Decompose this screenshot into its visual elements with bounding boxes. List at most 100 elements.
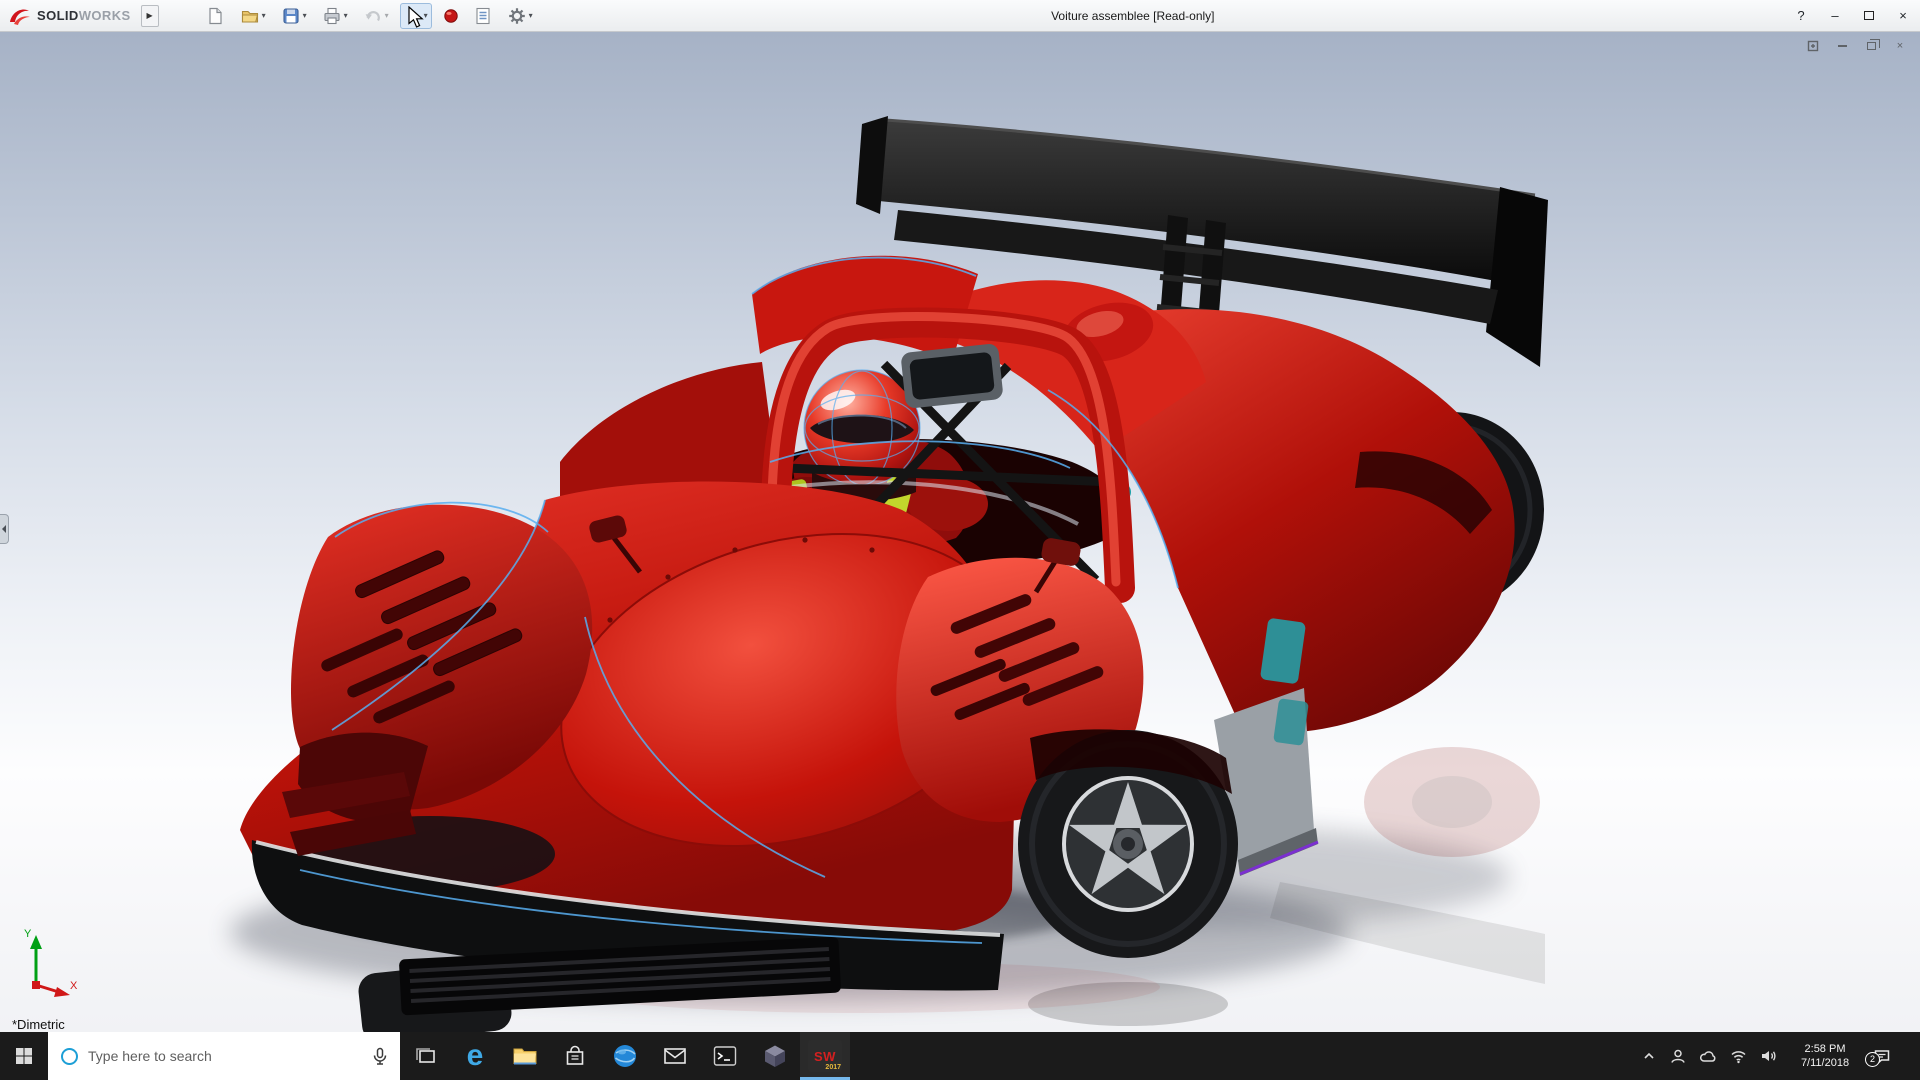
- new-document-icon: [208, 7, 222, 24]
- taskbar-search[interactable]: [48, 1032, 400, 1080]
- store-bag-icon: [566, 1045, 584, 1065]
- print-icon: [324, 7, 340, 24]
- taskbar-app-solidworks[interactable]: SW 2017: [800, 1032, 850, 1080]
- volume-icon[interactable]: [1760, 1048, 1777, 1064]
- pin-window-icon: [1807, 40, 1819, 52]
- doc-minimize-icon: [1837, 45, 1847, 47]
- notification-badge: 2: [1865, 1051, 1880, 1067]
- close-icon: ×: [1899, 8, 1907, 23]
- 3d-model-race-car[interactable]: [0, 32, 1920, 1032]
- brand-solid: SOLID: [37, 8, 79, 23]
- document-window-controls: ×: [1803, 38, 1910, 54]
- command-prompt-icon: [713, 1046, 737, 1066]
- triad-x-label: X: [70, 980, 78, 992]
- help-button[interactable]: ?: [1784, 0, 1818, 31]
- minimize-button[interactable]: –: [1818, 0, 1852, 31]
- system-tray: 2:58 PM 7/11/2018 2: [1631, 1032, 1920, 1080]
- view-orientation-label: *Dimetric: [12, 1017, 65, 1032]
- solidworks-icon-text: SW: [814, 1048, 836, 1064]
- brand-works: WORKS: [78, 8, 131, 23]
- cloud-icon[interactable]: [1699, 1049, 1717, 1063]
- caret-down-icon[interactable]: ▾: [303, 11, 307, 20]
- undo-icon: [365, 10, 380, 21]
- doc-restore-button[interactable]: [1861, 38, 1881, 54]
- edge-icon: e: [466, 1039, 484, 1072]
- gear-icon: [508, 7, 525, 24]
- feature-panel-handle[interactable]: [0, 514, 9, 544]
- quick-toolbar: ▾ ▾ ▾ ▾ ▾ ▾: [201, 2, 537, 29]
- microphone-icon[interactable]: [372, 1047, 388, 1065]
- maximize-button[interactable]: [1852, 0, 1886, 31]
- appearance-sphere-icon: [443, 8, 458, 23]
- save-button[interactable]: ▾: [277, 3, 311, 29]
- taskbar-clock[interactable]: 2:58 PM 7/11/2018: [1790, 1042, 1860, 1071]
- solidworks-logo-icon: [10, 8, 30, 25]
- caret-down-icon[interactable]: ▾: [262, 11, 266, 20]
- doc-restore-icon: [1866, 39, 1880, 50]
- chevron-up-icon[interactable]: [1641, 1048, 1657, 1064]
- open-button[interactable]: ▾: [236, 3, 270, 29]
- cube-3d-icon: [765, 1045, 785, 1067]
- brand-text: SOLIDWORKS: [37, 8, 131, 23]
- maximize-icon: [1864, 11, 1874, 20]
- doc-close-icon: ×: [1896, 40, 1904, 52]
- taskbar-app-browser-globe[interactable]: [600, 1032, 650, 1080]
- mail-envelope-icon: [664, 1048, 686, 1064]
- document-properties-icon: [476, 7, 490, 24]
- wifi-icon[interactable]: [1730, 1049, 1747, 1064]
- solidworks-icon-year: 2017: [825, 1064, 841, 1071]
- windows-taskbar: e: [0, 1032, 1920, 1080]
- minimize-icon: –: [1831, 8, 1839, 23]
- options-button[interactable]: ▾: [503, 3, 537, 29]
- print-button[interactable]: ▾: [318, 3, 352, 29]
- appearance-button[interactable]: [439, 3, 463, 29]
- help-icon: ?: [1797, 8, 1805, 23]
- triad-y-label: Y: [24, 928, 32, 940]
- graphics-area[interactable]: × Y X *Dimetric: [0, 32, 1920, 1032]
- caret-down-icon[interactable]: ▾: [385, 11, 389, 20]
- task-view-button[interactable]: [400, 1032, 450, 1080]
- document-properties-button[interactable]: [470, 3, 496, 29]
- file-explorer-icon: [513, 1048, 537, 1065]
- taskbar-app-mail[interactable]: [650, 1032, 700, 1080]
- doc-minimize-button[interactable]: [1832, 38, 1852, 54]
- menu-flyout-button[interactable]: ▶: [140, 4, 159, 27]
- solidworks-window: SOLIDWORKS ▶ ▾ ▾ ▾ ▾ ▾ ▾ Voiture assembl…: [0, 0, 1920, 1080]
- periscope-intake: [901, 344, 1003, 408]
- open-folder-icon: [241, 10, 258, 23]
- taskbar-app-store[interactable]: [550, 1032, 600, 1080]
- taskbar-app-edge[interactable]: e: [450, 1032, 500, 1080]
- people-icon[interactable]: [1670, 1048, 1686, 1064]
- save-icon: [283, 7, 299, 24]
- close-button[interactable]: ×: [1886, 0, 1920, 31]
- orientation-triad: Y X: [12, 923, 82, 1006]
- front-right-wheel[interactable]: [1018, 729, 1238, 958]
- caret-down-icon[interactable]: ▾: [344, 11, 348, 20]
- action-center-button[interactable]: 2: [1865, 1048, 1891, 1067]
- new-document-button[interactable]: [201, 3, 229, 29]
- clock-time: 2:58 PM: [1804, 1042, 1846, 1055]
- solidworks-brand: SOLIDWORKS: [0, 5, 139, 27]
- taskbar-app-file-explorer[interactable]: [500, 1032, 550, 1080]
- select-tool-button[interactable]: ▾: [399, 2, 432, 29]
- taskbar-app-3d-viewer[interactable]: [750, 1032, 800, 1080]
- search-input[interactable]: [78, 1048, 372, 1064]
- task-view-icon: [416, 1048, 435, 1063]
- clock-date: 7/11/2018: [1800, 1057, 1850, 1069]
- doc-pin-button[interactable]: [1803, 38, 1823, 54]
- window-controls: ? – ×: [1784, 0, 1920, 31]
- taskbar-app-command-prompt[interactable]: [700, 1032, 750, 1080]
- window-title: Voiture assemblee [Read-only]: [1051, 8, 1215, 23]
- cortana-icon: [61, 1047, 78, 1065]
- doc-close-button[interactable]: ×: [1890, 38, 1910, 54]
- flyout-arrow-icon: ▶: [146, 11, 153, 20]
- windows-logo-icon: [16, 1048, 32, 1064]
- blue-globe-icon: [614, 1045, 636, 1067]
- solidworks-app-icon: SW 2017: [808, 1040, 842, 1072]
- titlebar: SOLIDWORKS ▶ ▾ ▾ ▾ ▾ ▾ ▾ Voiture assembl…: [0, 0, 1920, 32]
- start-button[interactable]: [0, 1032, 48, 1080]
- undo-button[interactable]: ▾: [359, 3, 393, 29]
- select-arrow-icon: [408, 7, 420, 24]
- caret-down-icon[interactable]: ▾: [529, 11, 533, 20]
- caret-down-icon[interactable]: ▾: [424, 11, 428, 20]
